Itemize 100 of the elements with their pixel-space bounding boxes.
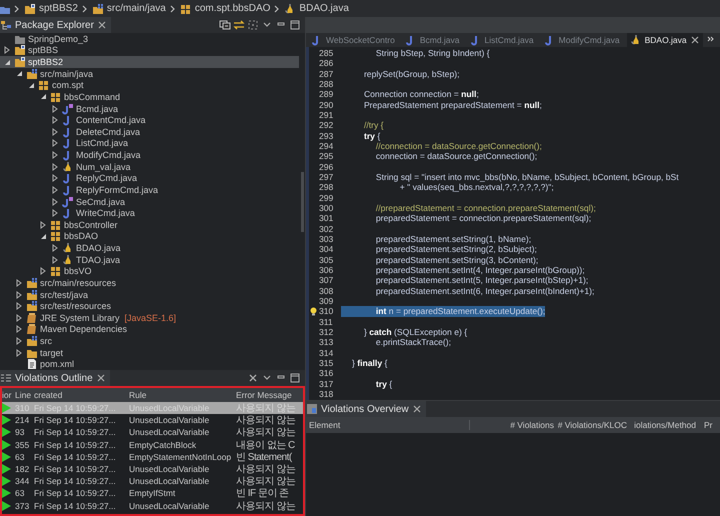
tree-item[interactable]: BDAO.java <box>0 242 299 254</box>
collapsed-arrow-icon[interactable] <box>16 348 22 357</box>
view-tab[interactable]: Violations Overview <box>306 401 426 417</box>
collapsed-arrow-icon[interactable] <box>52 128 58 136</box>
tree-item[interactable]: bbsVO <box>0 266 299 278</box>
collapsed-arrow-icon[interactable] <box>52 209 58 218</box>
collapsed-arrow-icon[interactable] <box>16 314 22 322</box>
editor-tab[interactable]: BDAO.java <box>626 33 703 47</box>
close-icon[interactable] <box>412 404 422 414</box>
collapsed-arrow-icon[interactable] <box>52 116 58 124</box>
tree-item[interactable]: SpringDemo_3 <box>0 33 299 45</box>
table-row[interactable]: 344 Fri Sep 14 10:59:27... UnusedLocalVariable 사용되지 않는 <box>2 475 303 488</box>
tree-item[interactable]: src/test/resources <box>0 300 299 312</box>
tree-item[interactable]: src/main/java <box>0 68 299 80</box>
column-header[interactable]: Element <box>306 420 470 430</box>
table-row[interactable]: 373 Fri Sep 14 10:59:27... UnusedLocalVariable 사용되지 않는 <box>2 500 303 512</box>
maximize-icon[interactable] <box>289 373 301 383</box>
collapsed-arrow-icon[interactable] <box>52 198 58 206</box>
tree-item[interactable]: WriteCmd.java <box>0 207 299 219</box>
expanded-arrow-icon[interactable] <box>28 82 34 89</box>
column-header[interactable]: created <box>33 390 128 400</box>
collapsed-arrow-icon[interactable] <box>52 256 58 264</box>
expanded-arrow-icon[interactable] <box>40 232 46 240</box>
collapsed-arrow-icon[interactable] <box>52 162 58 171</box>
maximize-icon[interactable] <box>289 20 301 30</box>
tree-item[interactable]: TDAO.java <box>0 254 299 266</box>
tree-item[interactable]: ContentCmd.java <box>0 114 299 126</box>
table-row[interactable]: 93 Fri Sep 14 10:59:27... UnusedLocalVariable 사용되지 않는 <box>2 426 303 439</box>
tree-item[interactable]: src/test/java <box>0 288 299 300</box>
collapsed-arrow-icon[interactable] <box>52 244 58 252</box>
collapse-all-icon[interactable] <box>219 20 231 30</box>
tree-item[interactable]: bbsController <box>0 219 299 231</box>
code-line: e.printStackTrace(); <box>374 337 452 348</box>
table-cell-text: Fri Sep 14 10:59:27... <box>33 464 117 474</box>
tree-item[interactable]: bbsCommand <box>0 91 299 103</box>
collapsed-arrow-icon[interactable] <box>40 267 46 276</box>
collapsed-arrow-icon[interactable] <box>40 220 46 229</box>
editor-tab[interactable]: WebSocketContro <box>308 33 398 47</box>
tree-item[interactable]: src/main/resources <box>0 277 299 289</box>
table-row[interactable]: 214 Fri Sep 14 10:59:27... UnusedLocalVariable 사용되지 않는 <box>2 414 303 426</box>
editor-tab[interactable]: ModifyCmd.java <box>540 33 623 47</box>
column-header[interactable]: Pr <box>704 420 712 430</box>
collapsed-arrow-icon[interactable] <box>52 151 58 160</box>
column-header[interactable]: # Violations/KLOC <box>557 420 627 430</box>
table-row[interactable]: 63 Fri Sep 14 10:59:27... EmptyStatementNotInLoop 빈 Statement( <box>2 450 303 463</box>
expanded-arrow-icon[interactable] <box>40 93 46 100</box>
tree-item[interactable]: ReplyCmd.java <box>0 172 299 184</box>
expanded-arrow-icon[interactable] <box>16 70 22 78</box>
column-header[interactable]: # Violations <box>470 420 554 430</box>
collapsed-arrow-icon[interactable] <box>16 337 22 346</box>
collapsed-arrow-icon[interactable] <box>16 278 22 287</box>
column-header[interactable]: Rule <box>128 390 235 400</box>
tree-item[interactable]: bbsDAO <box>0 230 299 242</box>
view-tab[interactable]: Violations Outline <box>0 370 110 386</box>
table-row[interactable]: 63 Fri Sep 14 10:59:27... EmptyIfStmt 빈 IF 문이 존 <box>2 487 303 500</box>
collapsed-arrow-icon[interactable] <box>16 290 22 299</box>
close-icon[interactable] <box>96 373 106 383</box>
breadcrumb-item[interactable]: src/main/java <box>106 3 166 14</box>
tree-item[interactable]: Num_val.java <box>0 160 299 172</box>
editor-tab[interactable]: Bcmd.java <box>402 33 463 47</box>
view-tab[interactable]: Package Explorer <box>0 17 111 33</box>
focus-icon[interactable] <box>247 20 259 30</box>
tree-item[interactable]: pom.xml <box>0 358 299 370</box>
tree-item[interactable]: target <box>0 346 299 358</box>
tree-item[interactable]: sptBBS2 <box>0 56 299 68</box>
breadcrumb-item[interactable]: com.spt.bbsDAO <box>194 3 270 14</box>
collapsed-arrow-icon[interactable] <box>52 139 58 148</box>
lightbulb-icon[interactable] <box>310 306 317 316</box>
collapsed-arrow-icon[interactable] <box>52 174 58 182</box>
column-header[interactable]: iolations/Method <box>630 420 696 430</box>
clear-icon[interactable] <box>247 373 259 383</box>
collapsed-arrow-icon[interactable] <box>16 302 22 310</box>
column-header[interactable]: Error Message <box>235 390 304 400</box>
tree-item[interactable]: src <box>0 335 299 347</box>
tree-item[interactable]: SeCmd.java <box>0 196 299 208</box>
expanded-arrow-icon[interactable] <box>4 58 10 66</box>
column-header[interactable]: Line <box>14 390 33 400</box>
tree-item[interactable]: com.spt <box>0 80 299 92</box>
breadcrumb-item[interactable]: BDAO.java <box>299 3 349 14</box>
tree-item[interactable]: Maven Dependencies <box>0 324 299 336</box>
column-header[interactable]: ior <box>2 390 14 400</box>
tree-item[interactable]: JRE System Library [JavaSE-1.6] <box>0 312 299 324</box>
tree-item[interactable]: ListCmd.java <box>0 138 299 150</box>
tree-item[interactable]: ReplyFormCmd.java <box>0 184 299 196</box>
collapsed-arrow-icon[interactable] <box>52 186 58 194</box>
table-row[interactable]: 182 Fri Sep 14 10:59:27... UnusedLocalVariable 사용되지 않는 <box>2 462 303 476</box>
collapsed-arrow-icon[interactable] <box>52 104 58 113</box>
link-editor-icon[interactable] <box>233 20 245 30</box>
table-row[interactable]: 355 Fri Sep 14 10:59:27... EmptyCatchBlock 내용이 없는 C <box>2 438 303 451</box>
close-icon[interactable] <box>96 20 107 30</box>
editor-tab[interactable]: ListCmd.java <box>466 33 537 47</box>
tree-item[interactable]: Bcmd.java <box>0 102 299 114</box>
collapsed-arrow-icon[interactable] <box>4 46 10 54</box>
tree-item[interactable]: DeleteCmd.java <box>0 126 299 138</box>
close-icon[interactable] <box>690 35 700 45</box>
code-line: preparedStatement.setInt(5, Integer.parseInt(bStep)+1); <box>374 275 588 286</box>
tree-item[interactable]: sptBBS <box>0 44 299 56</box>
collapsed-arrow-icon[interactable] <box>16 325 22 334</box>
breadcrumb-item[interactable]: sptBBS2 <box>39 3 78 14</box>
tree-item[interactable]: ModifyCmd.java <box>0 149 299 161</box>
